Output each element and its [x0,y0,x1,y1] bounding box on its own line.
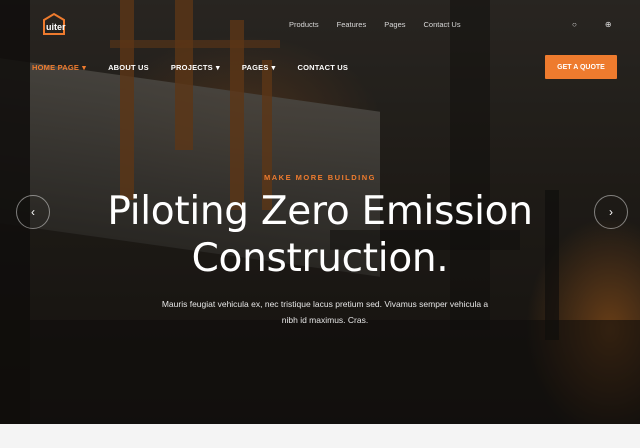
hero-title: Piloting Zero Emission Construction. [0,188,640,282]
nav-item-contact-us[interactable]: CONTACT US [298,63,349,72]
user-icon[interactable]: ○ [572,20,577,29]
nav-item-label: PAGES [241,63,269,72]
chevron-right-icon: › [609,205,613,219]
get-a-quote-button[interactable]: GET A QUOTE [545,55,617,79]
chevron-down-icon: ▾ [215,63,220,72]
top-icons: ○ ⊕ [572,20,612,29]
top-nav-products[interactable]: Products [289,20,319,29]
nav-item-label: PROJECTS [170,63,213,72]
chevron-down-icon: ▾ [271,63,276,72]
top-nav-pages[interactable]: Pages [384,20,405,29]
chevron-down-icon: ▾ [82,63,87,72]
top-nav: Products Features Pages Contact Us [289,20,479,29]
hero-eyebrow: MAKE MORE BUILDING [264,173,376,182]
nav-item-projects[interactable]: PROJECTS ▾ [171,63,220,72]
nav-item-pages[interactable]: PAGES ▾ [242,63,276,72]
hero-title-line1: Piloting Zero Emission [107,189,533,234]
main-nav: HOME PAGE ▾ ABOUT US PROJECTS ▾ PAGES ▾ … [32,63,370,72]
globe-icon[interactable]: ⊕ [605,20,612,29]
next-slide-button[interactable]: › [594,195,628,229]
nav-item-label: HOME PAGE [32,63,80,72]
nav-item-label: CONTACT US [297,63,349,72]
prev-slide-button[interactable]: ‹ [16,195,50,229]
top-nav-contact-us[interactable]: Contact Us [424,20,461,29]
hero-subtitle: Mauris feugiat vehicula ex, nec tristiqu… [161,299,489,325]
top-nav-features[interactable]: Features [337,20,367,29]
logo-text: uiter [46,22,66,32]
nav-item-about-us[interactable]: ABOUT US [108,63,149,72]
chevron-left-icon: ‹ [31,205,35,219]
hero-title-line2: Construction. [191,236,449,281]
nav-item-label: ABOUT US [108,63,149,72]
nav-item-home-page[interactable]: HOME PAGE ▾ [32,63,86,72]
content-section-start [0,424,640,448]
